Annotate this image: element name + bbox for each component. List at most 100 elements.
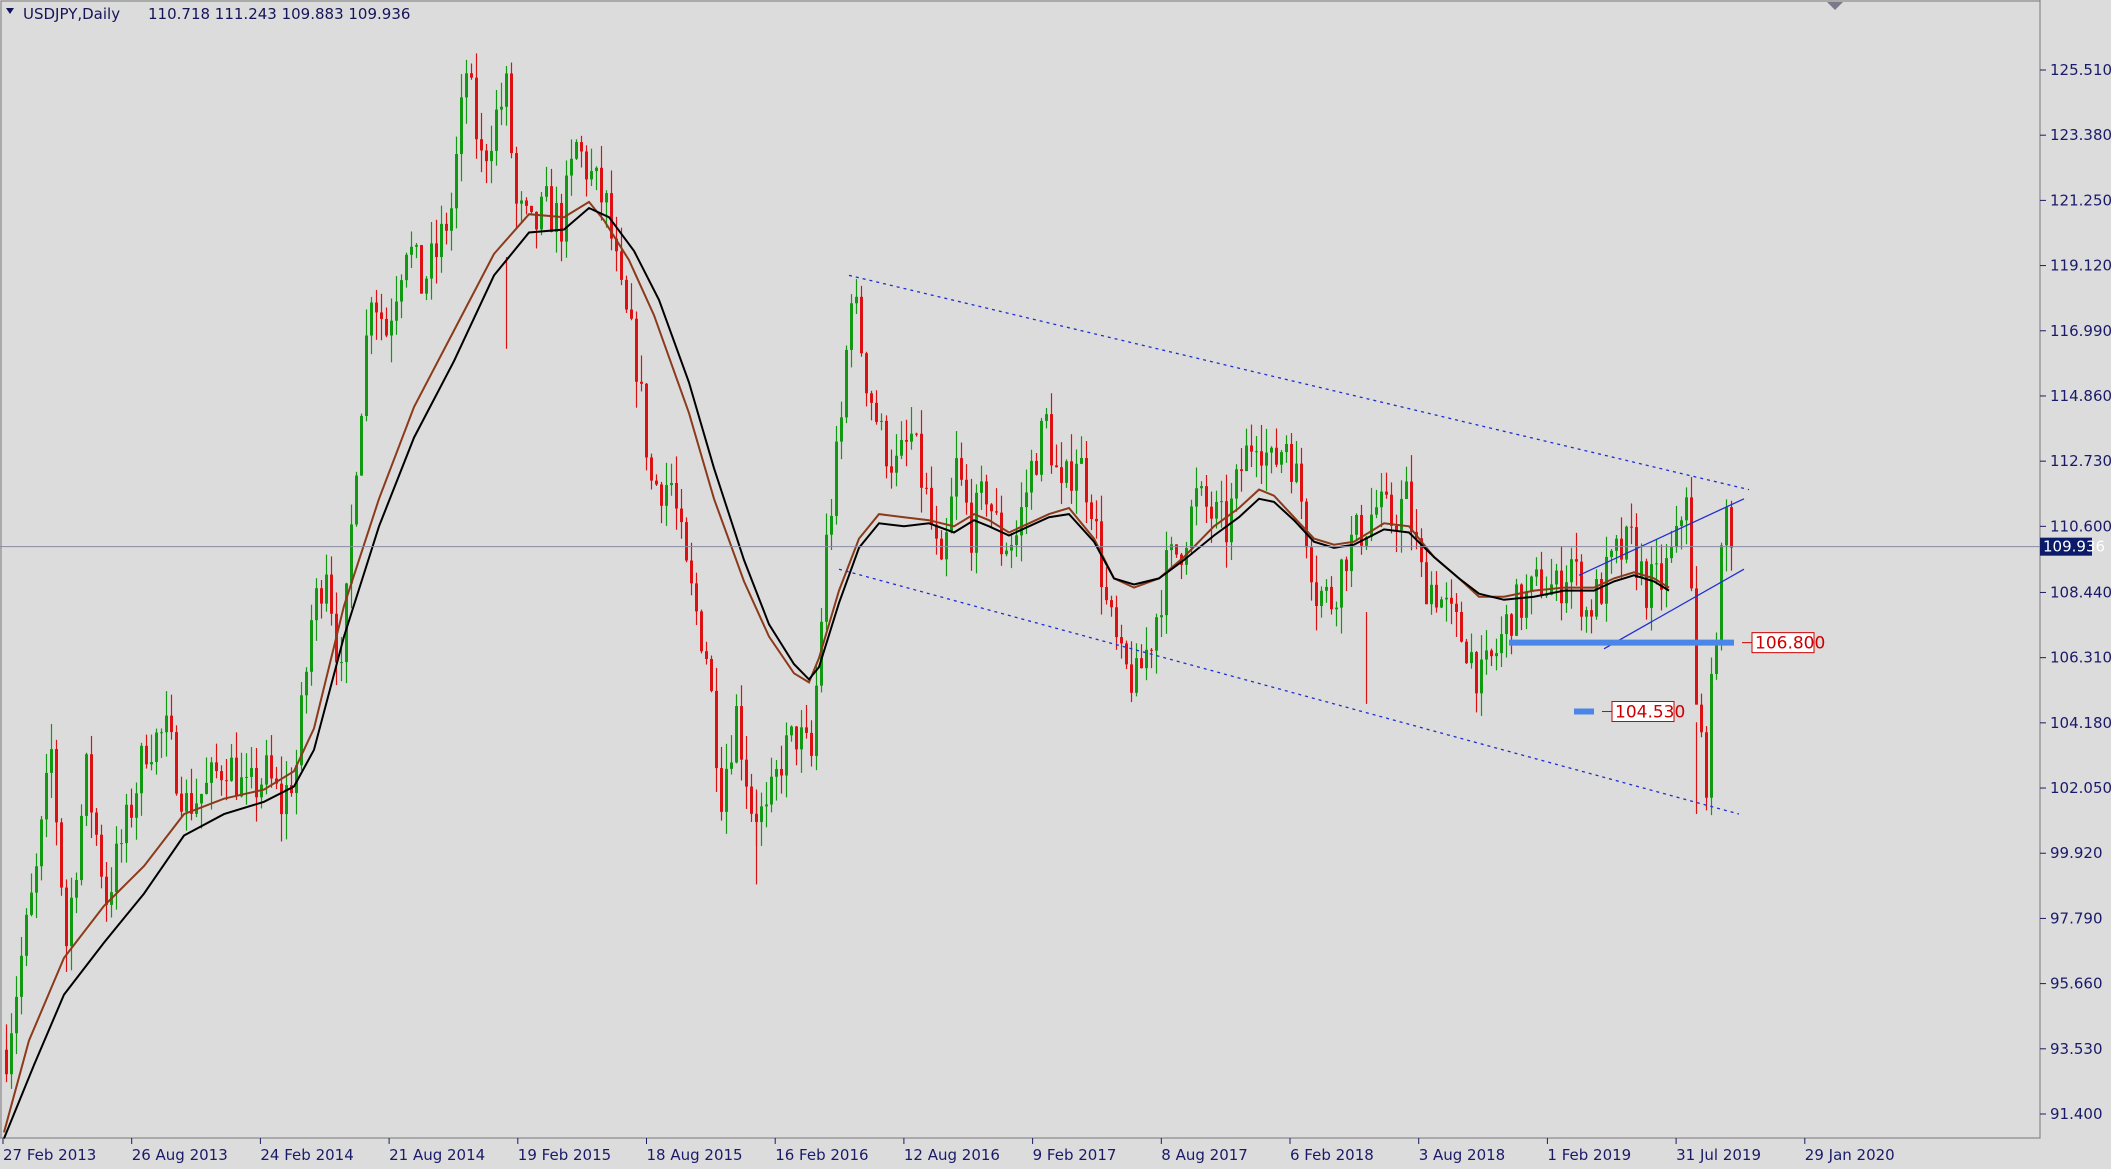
candle-body	[1210, 506, 1213, 519]
candle-body	[40, 819, 43, 867]
candle-body	[1435, 584, 1438, 608]
candle-body	[1080, 458, 1083, 464]
candle-body	[995, 511, 998, 513]
candle-body	[705, 651, 708, 659]
channel-trendline[interactable]	[838, 568, 1740, 815]
candle-body	[1040, 420, 1043, 475]
candle-body	[745, 759, 748, 787]
candle-body	[1720, 545, 1723, 645]
candle-body	[1565, 582, 1568, 604]
candle-body	[1155, 617, 1158, 651]
last-price-tag: 109.936	[2040, 537, 2105, 556]
y-tick-label: 114.860	[2050, 387, 2111, 405]
candle-body	[1730, 507, 1733, 548]
candle-body	[575, 142, 578, 159]
shift-marker-icon[interactable]	[1827, 2, 1843, 10]
candle-body	[380, 312, 383, 319]
candle-body	[530, 205, 533, 212]
candle-body	[580, 142, 583, 152]
candle-body	[1590, 610, 1593, 617]
candle-body	[635, 318, 638, 382]
candle-body	[455, 154, 458, 209]
candle-body	[1465, 641, 1468, 664]
channel-trendline[interactable]	[848, 274, 1750, 491]
candle-body	[1060, 467, 1063, 483]
candle-body	[465, 73, 468, 98]
candle-body	[945, 532, 948, 560]
candle-body	[1075, 463, 1078, 491]
candle-body	[125, 804, 128, 844]
candle-body	[1010, 544, 1013, 551]
candle-body	[1635, 527, 1638, 578]
level-label: 106.800	[1755, 634, 1825, 654]
candle-body	[920, 433, 923, 488]
y-tick-label: 102.050	[2050, 779, 2111, 797]
candle-body	[1685, 497, 1688, 521]
candle-body	[30, 892, 33, 915]
x-tick-label: 19 Feb 2015	[518, 1146, 611, 1164]
candle-body	[665, 485, 668, 506]
candle-body	[1700, 704, 1703, 733]
candle-body	[315, 588, 318, 621]
candle-body	[1670, 547, 1673, 559]
candle-body	[895, 455, 898, 473]
candle-body	[545, 186, 548, 197]
candle-body	[1195, 488, 1198, 507]
candle-body	[1430, 584, 1433, 605]
candle-body	[695, 583, 698, 612]
price-chart[interactable]: 106.800 104.530 125.510 123.380 121.250 119.…	[0, 0, 2111, 1169]
candle-body	[180, 793, 183, 812]
candle-body	[940, 538, 943, 560]
candle-body	[985, 481, 988, 505]
chart-window[interactable]: 106.800 104.530 125.510 123.380 121.250 119.…	[0, 0, 2111, 1169]
x-tick-label: 21 Aug 2014	[389, 1146, 485, 1164]
candle-body	[1030, 460, 1033, 493]
candle-body	[560, 202, 563, 242]
candle-body	[1725, 507, 1728, 546]
x-tick-label: 26 Aug 2013	[132, 1146, 228, 1164]
candle-body	[1680, 520, 1683, 526]
candle-body	[515, 153, 518, 204]
candle-body	[505, 73, 508, 107]
candle-body	[20, 955, 23, 997]
candle-body	[35, 866, 38, 893]
candle-body	[1325, 586, 1328, 591]
candle-body	[1655, 563, 1658, 565]
candle-body	[1450, 597, 1453, 604]
candle-body	[425, 278, 428, 294]
candle-body	[1615, 538, 1618, 551]
candle-body	[15, 996, 18, 1034]
candle-body	[825, 534, 828, 622]
candle-body	[525, 200, 528, 206]
candle-body	[1555, 570, 1558, 585]
candle-body	[725, 768, 728, 812]
x-tick-label: 3 Aug 2018	[1419, 1146, 1506, 1164]
candle-body	[765, 804, 768, 807]
triangle-down-icon[interactable]	[6, 8, 14, 14]
candle-body	[1715, 644, 1718, 674]
y-tick-label: 106.310	[2050, 649, 2111, 667]
last-price-label: 109.936	[2043, 538, 2105, 556]
y-tick-label: 104.180	[2050, 714, 2111, 732]
candle-body	[770, 776, 773, 805]
candle-body	[790, 726, 793, 736]
candle-body	[930, 487, 933, 525]
candle-body	[815, 685, 818, 756]
candle-body	[1105, 587, 1108, 601]
candle-body	[1445, 597, 1448, 600]
x-tick-label: 9 Feb 2017	[1033, 1146, 1117, 1164]
candle-body	[1140, 658, 1143, 669]
candle-body	[870, 393, 873, 403]
y-tick-label: 112.730	[2050, 452, 2111, 470]
moving-average-fast	[3, 200, 1670, 1133]
candle-body	[1045, 414, 1048, 421]
candle-body	[1170, 544, 1173, 551]
candle-body	[675, 482, 678, 509]
candle-body	[1305, 501, 1308, 548]
support-levels[interactable]: 106.800 104.530	[1509, 632, 1825, 723]
candle-body	[595, 167, 598, 172]
candle-body	[1095, 518, 1098, 522]
candle-body	[1500, 634, 1503, 654]
x-tick-label: 1 Feb 2019	[1547, 1146, 1631, 1164]
x-tick-label: 18 Aug 2015	[647, 1146, 743, 1164]
